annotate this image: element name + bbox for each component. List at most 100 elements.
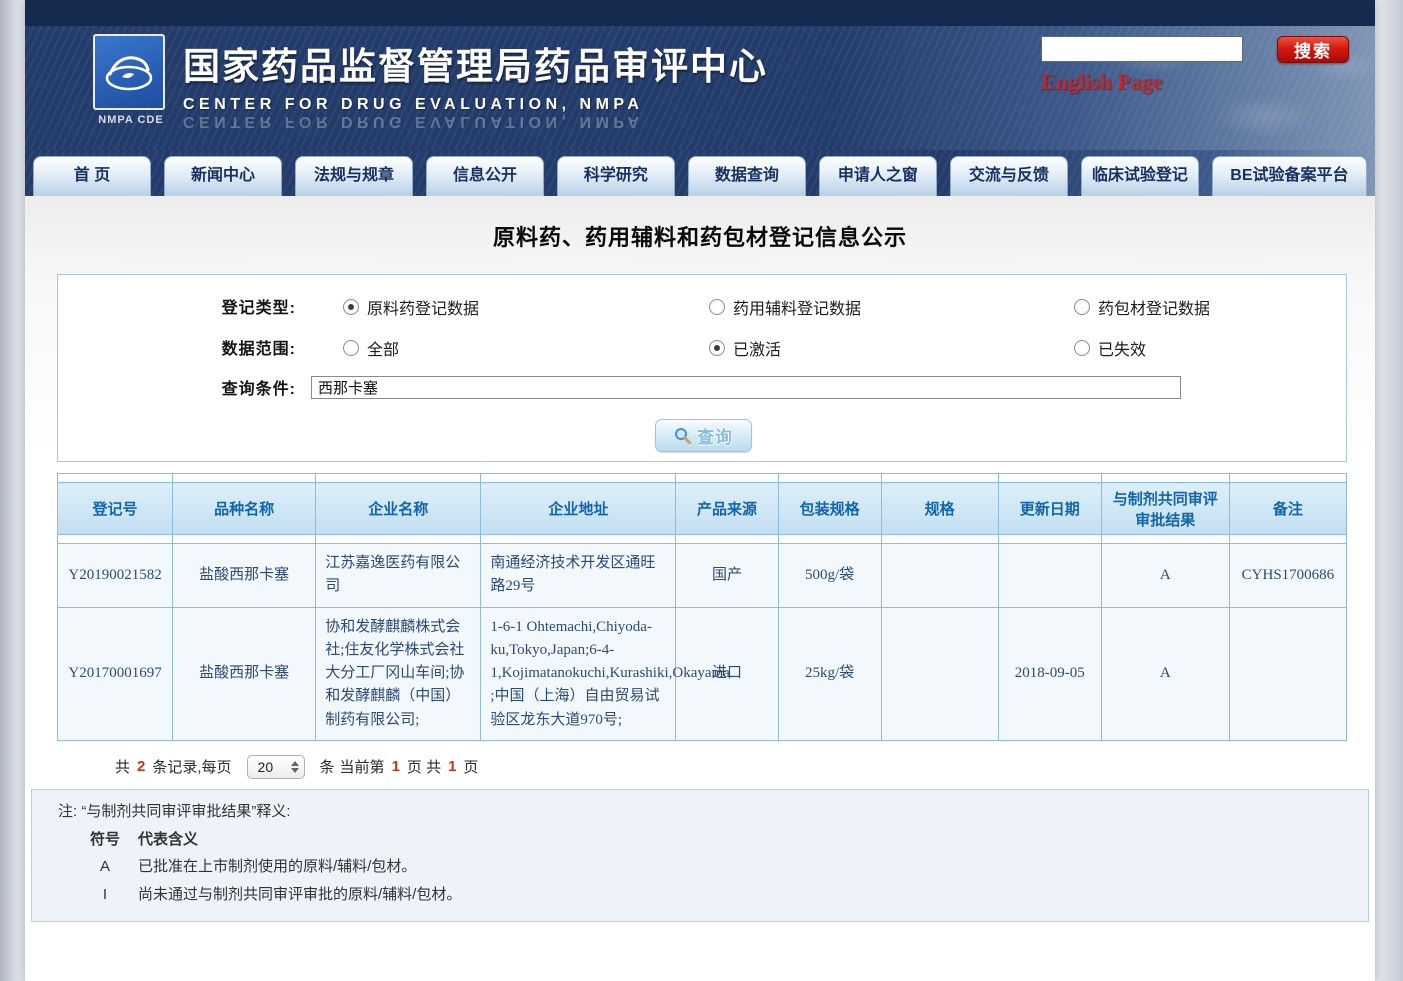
- radio-icon[interactable]: [1074, 299, 1090, 315]
- table-cell: 协和发酵麒麟株式会社;住友化学株式会社 大分工厂冈山车间;协和发酵麒麟（中国）制…: [316, 607, 481, 740]
- column-header: 更新日期: [998, 483, 1101, 535]
- legend-meaning-header: 代表含义: [128, 826, 198, 854]
- legend-row: I尚未通过与制剂共同审评审批的原料/辅料/包材。: [82, 881, 1358, 909]
- pagination-current-page: 1: [390, 758, 402, 775]
- query-condition-input[interactable]: [311, 376, 1181, 399]
- query-button-label: 查询: [697, 423, 733, 448]
- scope-option-label: 全部: [367, 336, 399, 360]
- site-title-en-reflection: CENTER FOR DRUG EVALUATION, NMPA: [183, 114, 768, 130]
- table-cell: [881, 544, 998, 608]
- column-header: 品种名称: [173, 483, 316, 535]
- table-cell: 500g/袋: [778, 544, 881, 608]
- column-header: 包装规格: [778, 483, 881, 535]
- reg-type-option[interactable]: 药包材登记数据: [1074, 295, 1210, 319]
- column-header: 与制剂共同审评审批结果: [1101, 483, 1229, 535]
- radio-icon[interactable]: [343, 340, 359, 356]
- reg-type-row: 登记类型: 原料药登记数据 药用辅料登记数据 药包材登记数据: [58, 295, 1346, 317]
- table-cell: 25kg/袋: [778, 607, 881, 740]
- legend-symbol-header: 符号: [82, 826, 128, 854]
- site-title-en: CENTER FOR DRUG EVALUATION, NMPA: [183, 96, 768, 114]
- table-spacer-row: [58, 474, 1347, 483]
- stepper-icon: [291, 761, 299, 773]
- nav-tab[interactable]: 数据查询: [688, 156, 806, 196]
- scope-option[interactable]: 已激活: [709, 336, 781, 360]
- reg-type-option[interactable]: 药用辅料登记数据: [709, 295, 861, 319]
- nav-tab[interactable]: BE试验备案平台: [1212, 156, 1367, 196]
- page-container: NMPA CDE 国家药品监督管理局药品审评中心 CENTER FOR DRUG…: [25, 0, 1375, 981]
- search-form: 登记类型: 原料药登记数据 药用辅料登记数据 药包材登记数据 数据范围: 全部 已激活…: [57, 274, 1347, 462]
- table-header-row: 登记号品种名称企业名称企业地址产品来源包装规格规格更新日期与制剂共同审评审批结果…: [58, 483, 1347, 535]
- site-header: NMPA CDE 国家药品监督管理局药品审评中心 CENTER FOR DRUG…: [25, 26, 1375, 150]
- table-cell: 南通经济技术开发区通旺路29号: [481, 544, 676, 608]
- column-header: 规格: [881, 483, 998, 535]
- legend-header-row: 符号 代表含义: [82, 826, 1358, 854]
- column-header: 备注: [1229, 483, 1346, 535]
- scope-row: 数据范围: 全部 已激活 已失效: [58, 336, 1346, 358]
- column-header: 登记号: [58, 483, 173, 535]
- site-search-input[interactable]: [1041, 36, 1243, 62]
- table-cell: 2018-09-05: [998, 607, 1101, 740]
- results-table: 登记号品种名称企业名称企业地址产品来源包装规格规格更新日期与制剂共同审评审批结果…: [57, 473, 1347, 741]
- pagination-pages-mid: 页 共: [407, 756, 441, 777]
- table-cell: A: [1101, 544, 1229, 608]
- site-title-block: 国家药品监督管理局药品审评中心 CENTER FOR DRUG EVALUATI…: [183, 36, 768, 130]
- nav-tab[interactable]: 科学研究: [557, 156, 675, 196]
- pagination-bar: 共 2 条记录,每页 20 条 当前第 1 页 共 1 页: [115, 755, 1375, 779]
- header-top-strip: [25, 0, 1375, 26]
- page-title: 原料药、药用辅料和药包材登记信息公示: [25, 220, 1375, 252]
- reg-type-option-label: 药用辅料登记数据: [733, 295, 861, 319]
- legend-symbol: I: [82, 881, 128, 909]
- radio-icon[interactable]: [709, 299, 725, 315]
- nav-tab[interactable]: 申请人之窗: [819, 156, 937, 196]
- nav-tab[interactable]: 法规与规章: [295, 156, 413, 196]
- pagination-pages-suffix: 页: [463, 756, 478, 777]
- scope-option-label: 已激活: [733, 336, 781, 360]
- legend-meaning: 已批准在上市制剂使用的原料/辅料/包材。: [128, 853, 416, 881]
- query-button[interactable]: 查询: [655, 419, 752, 452]
- reg-type-option-label: 原料药登记数据: [367, 295, 479, 319]
- page-size-value: 20: [258, 759, 274, 775]
- main-content: 原料药、药用辅料和药包材登记信息公示 登记类型: 原料药登记数据 药用辅料登记数据…: [25, 196, 1375, 981]
- radio-icon[interactable]: [343, 299, 359, 315]
- site-search-button[interactable]: 搜索: [1277, 36, 1349, 63]
- swan-logo-icon: [100, 44, 158, 100]
- table-spacer-row: [58, 535, 1347, 544]
- legend-symbol: A: [82, 853, 128, 881]
- scope-option[interactable]: 全部: [343, 336, 399, 360]
- table-cell: [1229, 607, 1346, 740]
- table-row: Y20170001697盐酸西那卡塞协和发酵麒麟株式会社;住友化学株式会社 大分…: [58, 607, 1347, 740]
- page-size-select[interactable]: 20: [247, 755, 305, 779]
- legend-row: A已批准在上市制剂使用的原料/辅料/包材。: [82, 853, 1358, 881]
- nav-tab[interactable]: 临床试验登记: [1081, 156, 1199, 196]
- radio-icon[interactable]: [709, 340, 725, 356]
- scope-label: 数据范围:: [58, 335, 296, 359]
- reg-type-options: 原料药登记数据 药用辅料登记数据 药包材登记数据: [296, 295, 1346, 317]
- reg-type-option[interactable]: 原料药登记数据: [343, 295, 479, 319]
- table-cell: 盐酸西那卡塞: [173, 607, 316, 740]
- table-cell: 江苏嘉逸医药有限公司: [316, 544, 481, 608]
- magnifier-icon: [674, 427, 691, 444]
- scope-option[interactable]: 已失效: [1074, 336, 1146, 360]
- nmpa-cde-logo[interactable]: [93, 34, 165, 110]
- main-nav: 首 页新闻中心法规与规章信息公开科学研究数据查询申请人之窗交流与反馈临床试验登记…: [25, 150, 1375, 196]
- reg-type-label: 登记类型:: [58, 294, 296, 318]
- radio-icon[interactable]: [1074, 340, 1090, 356]
- table-cell: 1-6-1 Ohtemachi,Chiyoda-ku,Tokyo,Japan;6…: [481, 607, 676, 740]
- pagination-total-pages: 1: [446, 758, 458, 775]
- query-condition-label: 查询条件:: [58, 375, 296, 399]
- legend-title: 注: “与制剂共同审评审批结果”释义:: [58, 798, 1358, 826]
- nav-tab[interactable]: 信息公开: [426, 156, 544, 196]
- english-page-link[interactable]: English Page: [1041, 69, 1163, 95]
- legend-notes: 注: “与制剂共同审评审批结果”释义: 符号 代表含义 A已批准在上市制剂使用的…: [31, 789, 1369, 922]
- nav-tab[interactable]: 首 页: [33, 156, 151, 196]
- table-row: Y20190021582盐酸西那卡塞江苏嘉逸医药有限公司南通经济技术开发区通旺路…: [58, 544, 1347, 608]
- nav-tab[interactable]: 新闻中心: [164, 156, 282, 196]
- scope-option-label: 已失效: [1098, 336, 1146, 360]
- results-table-body: 登记号品种名称企业名称企业地址产品来源包装规格规格更新日期与制剂共同审评审批结果…: [58, 474, 1347, 741]
- pagination-unit-text: 条: [320, 756, 335, 777]
- table-cell: Y20190021582: [58, 544, 173, 608]
- pagination-per-page-text: 条记录,每页: [152, 756, 231, 777]
- header-search-area: 搜索 English Page: [1041, 36, 1371, 95]
- table-cell: [881, 607, 998, 740]
- nav-tab[interactable]: 交流与反馈: [950, 156, 1068, 196]
